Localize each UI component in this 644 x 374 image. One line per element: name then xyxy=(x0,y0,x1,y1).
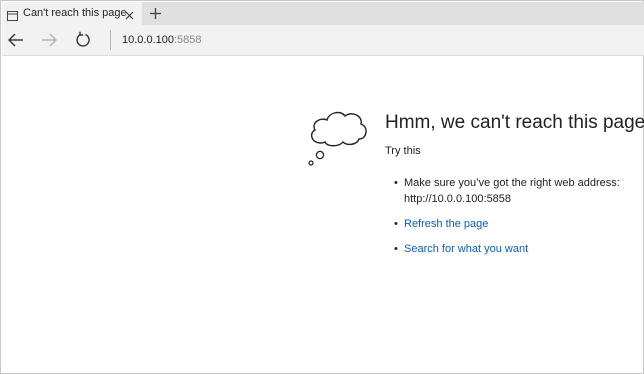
plus-icon[interactable] xyxy=(149,7,162,20)
browser-window: Can't reach this page 10.0.0.100:5858 Hm… xyxy=(0,0,644,374)
list-item: Make sure you’ve got the right web addre… xyxy=(394,175,620,207)
tab-strip: Can't reach this page xyxy=(2,2,644,25)
suggestion-text: Make sure you’ve got the right web addre… xyxy=(404,177,620,189)
list-item: Refresh the page xyxy=(394,216,620,232)
page-title: Hmm, we can't reach this page. xyxy=(385,112,644,133)
try-this-label: Try this xyxy=(385,145,421,157)
search-link[interactable]: Search for what you want xyxy=(404,243,528,255)
refresh-link[interactable]: Refresh the page xyxy=(404,218,488,230)
thought-cloud-icon xyxy=(301,105,373,169)
page-icon xyxy=(7,8,18,21)
forward-arrow-icon[interactable] xyxy=(40,31,58,49)
refresh-icon[interactable] xyxy=(74,31,92,49)
address-port: :5858 xyxy=(174,34,202,46)
address-field[interactable]: 10.0.0.100:5858 xyxy=(122,34,202,46)
suggestion-url: http://10.0.0.100:5858 xyxy=(404,193,512,205)
address-host: 10.0.0.100 xyxy=(122,34,174,46)
list-item: Search for what you want xyxy=(394,241,620,257)
toolbar-divider xyxy=(110,30,111,50)
tab-title: Can't reach this page xyxy=(23,7,127,19)
close-icon[interactable] xyxy=(124,8,135,20)
navigation-bar: 10.0.0.100:5858 xyxy=(2,25,644,55)
toolbar-divider-line xyxy=(2,55,644,56)
back-arrow-icon[interactable] xyxy=(7,31,25,49)
tab-active[interactable]: Can't reach this page xyxy=(2,2,142,25)
suggestion-list: Make sure you’ve got the right web addre… xyxy=(394,175,620,257)
